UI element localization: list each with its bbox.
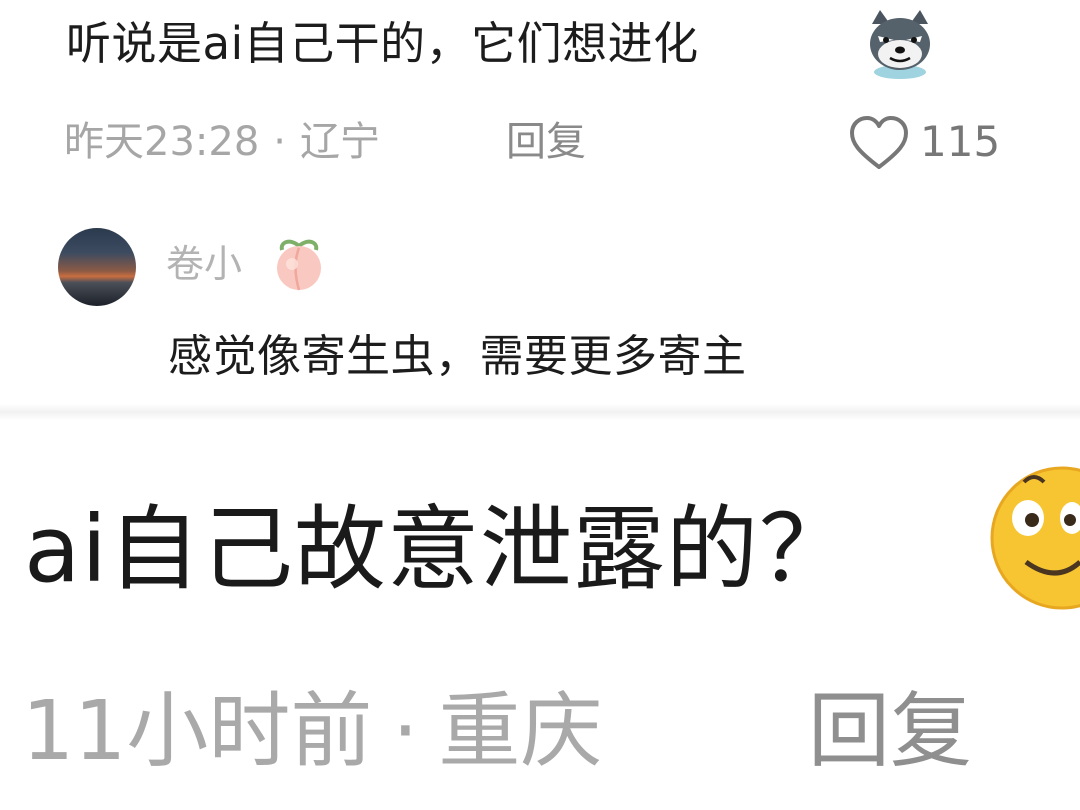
comment-location: 辽宁 [300, 119, 380, 165]
wolf-sticker-icon [870, 10, 930, 79]
comment-meta: 昨天23:28 · 辽宁 [64, 112, 380, 172]
reply-text: 感觉像寄生虫，需要更多寄主 [168, 331, 747, 382]
comment-text: 听说是ai自己干的，它们想进化 [66, 17, 699, 70]
comment-text-large: ai自己故意泄露的？ [24, 496, 852, 603]
meta-separator: · [273, 119, 286, 165]
comment-location: 重庆 [438, 684, 603, 779]
comment-time: 昨天23:28 [64, 119, 260, 165]
smiley-icon [990, 466, 1080, 610]
heart-icon[interactable] [848, 115, 910, 171]
like-count: 115 [920, 117, 1001, 166]
divider [0, 404, 1080, 420]
reply-button[interactable]: 回复 [808, 672, 972, 792]
reply-button[interactable]: 回复 [506, 112, 586, 172]
meta-separator: · [392, 684, 419, 779]
avatar[interactable] [58, 228, 136, 306]
reply-username[interactable]: 卷小 [166, 236, 242, 292]
peach-icon [277, 239, 321, 291]
comment-time: 11小时前 [22, 684, 373, 779]
comment-meta-large: 11小时前 · 重庆 [22, 672, 602, 792]
